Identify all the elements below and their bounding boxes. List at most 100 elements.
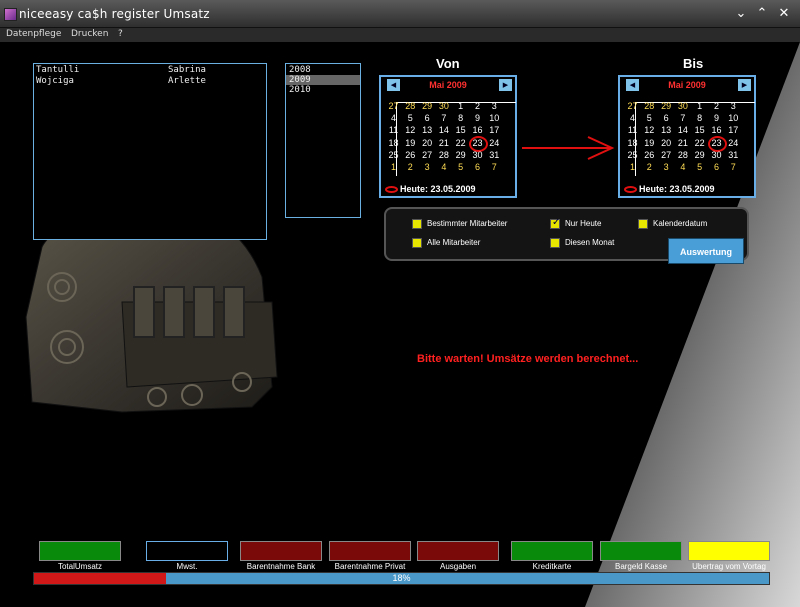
calendar-day[interactable]: 4 [385,112,402,124]
calendar-day[interactable]: 5 [691,161,708,173]
calendar-day[interactable]: 28 [641,100,658,112]
calendar-day[interactable]: 6 [658,112,675,124]
calendar-day[interactable]: 28 [402,100,419,112]
minimize-icon[interactable]: ⌄ [733,6,749,22]
calendar-day[interactable]: 6 [469,161,486,173]
calendar-day[interactable]: 22 [452,137,469,149]
checkbox-box[interactable] [550,238,560,248]
calendar-day[interactable]: 4 [435,161,452,173]
calendar-day[interactable]: 8 [691,112,708,124]
list-item[interactable]: Wojciga Arlette [36,76,206,87]
calendar-day[interactable]: 7 [674,112,691,124]
calendar-day[interactable]: 5 [402,112,419,124]
calendar-day[interactable]: 1 [452,100,469,112]
calendar-day[interactable]: 3 [419,161,436,173]
list-item-selected[interactable]: 2009 [286,75,360,85]
calendar-day[interactable]: 16 [708,124,725,136]
calendar-day[interactable]: 29 [658,100,675,112]
calendar-day[interactable]: 29 [419,100,436,112]
calendar-day[interactable]: 24 [725,137,742,149]
calendar-day[interactable]: 13 [419,124,436,136]
calendar-day[interactable]: 3 [725,100,742,112]
list-item[interactable]: 2010 [286,85,360,95]
checkbox-box[interactable] [412,219,422,229]
calendar-day[interactable]: 1 [691,100,708,112]
calendar-day[interactable]: 9 [708,112,725,124]
calendar-day[interactable]: 21 [674,137,691,149]
calendar-day[interactable]: 10 [486,112,503,124]
calendar-day[interactable]: 27 [658,149,675,161]
calendar-today[interactable]: Heute: 23.05.2009 [385,184,476,194]
calendar-day[interactable]: 3 [658,161,675,173]
calendar-day[interactable]: 12 [402,124,419,136]
calendar-day[interactable]: 2 [469,100,486,112]
calendar-today[interactable]: Heute: 23.05.2009 [624,184,715,194]
employee-list[interactable]: Tantulli Sabrina Wojciga Arlette [33,63,267,240]
calendar-day[interactable]: 7 [435,112,452,124]
calendar-day[interactable]: 11 [624,124,641,136]
calendar-day[interactable]: 30 [674,100,691,112]
calendar-day[interactable]: 17 [725,124,742,136]
calendar-day[interactable]: 18 [385,137,402,149]
calendar-day[interactable]: 28 [435,149,452,161]
menu-help[interactable]: ? [118,29,123,39]
calendar-day[interactable]: 20 [419,137,436,149]
checkbox-box[interactable] [550,217,560,229]
calendar-day[interactable]: 24 [486,137,503,149]
calendar-day[interactable]: 19 [641,137,658,149]
bis-calendar[interactable]: ◀ Mai 2009 ▶ 27 28 29 30 1 2 3 4 5 6 7 8 9 10 11 12 13 14… [618,75,756,198]
checkbox-box[interactable] [638,219,648,229]
calendar-day[interactable]: 27 [624,100,641,112]
close-icon[interactable]: ✕ [776,6,792,22]
calendar-day[interactable]: 6 [708,161,725,173]
calendar-day[interactable]: 12 [641,124,658,136]
calendar-day[interactable]: 5 [452,161,469,173]
calendar-day[interactable]: 31 [725,149,742,161]
calendar-day[interactable]: 29 [691,149,708,161]
calendar-day[interactable]: 14 [674,124,691,136]
list-item[interactable]: Tantulli Sabrina [36,65,206,76]
calendar-day[interactable]: 16 [469,124,486,136]
calendar-day[interactable]: 29 [452,149,469,161]
calendar-day[interactable]: 14 [435,124,452,136]
calendar-day[interactable]: 26 [402,149,419,161]
calendar-day[interactable]: 30 [469,149,486,161]
calendar-day[interactable]: 8 [452,112,469,124]
calendar-day[interactable]: 1 [624,161,641,173]
next-month-button[interactable]: ▶ [738,79,751,91]
calendar-day[interactable]: 4 [624,112,641,124]
list-item[interactable]: 2008 [286,65,360,75]
calendar-day[interactable]: 6 [419,112,436,124]
auswertung-button[interactable]: Auswertung [668,238,744,264]
von-calendar[interactable]: ◀ Mai 2009 ▶ 27 28 29 30 1 2 3 4 5 6 7 8 9 10 11 12 13 14… [379,75,517,198]
calendar-day[interactable]: 4 [674,161,691,173]
calendar-day[interactable]: 2 [402,161,419,173]
calendar-day[interactable]: 31 [486,149,503,161]
next-month-button[interactable]: ▶ [499,79,512,91]
calendar-day[interactable]: 3 [486,100,503,112]
calendar-day[interactable]: 22 [691,137,708,149]
calendar-day[interactable]: 23 [708,135,727,152]
calendar-day[interactable]: 25 [385,149,402,161]
calendar-day[interactable]: 27 [419,149,436,161]
calendar-day[interactable]: 23 [469,135,488,152]
calendar-day[interactable]: 9 [469,112,486,124]
restore-icon[interactable]: ⌃ [754,6,770,22]
calendar-day[interactable]: 5 [641,112,658,124]
menu-datenpflege[interactable]: Datenpflege [6,29,61,39]
calendar-day[interactable]: 30 [435,100,452,112]
calendar-day[interactable]: 28 [674,149,691,161]
calendar-day[interactable]: 7 [486,161,503,173]
calendar-day[interactable]: 2 [641,161,658,173]
calendar-day[interactable]: 18 [624,137,641,149]
calendar-day[interactable]: 17 [486,124,503,136]
calendar-day[interactable]: 10 [725,112,742,124]
calendar-day[interactable]: 1 [385,161,402,173]
calendar-day[interactable]: 21 [435,137,452,149]
calendar-day[interactable]: 7 [725,161,742,173]
year-list[interactable]: 2008 2009 2010 [285,63,361,218]
calendar-day[interactable]: 15 [691,124,708,136]
calendar-day[interactable]: 27 [385,100,402,112]
menu-drucken[interactable]: Drucken [71,29,108,39]
calendar-day[interactable]: 26 [641,149,658,161]
